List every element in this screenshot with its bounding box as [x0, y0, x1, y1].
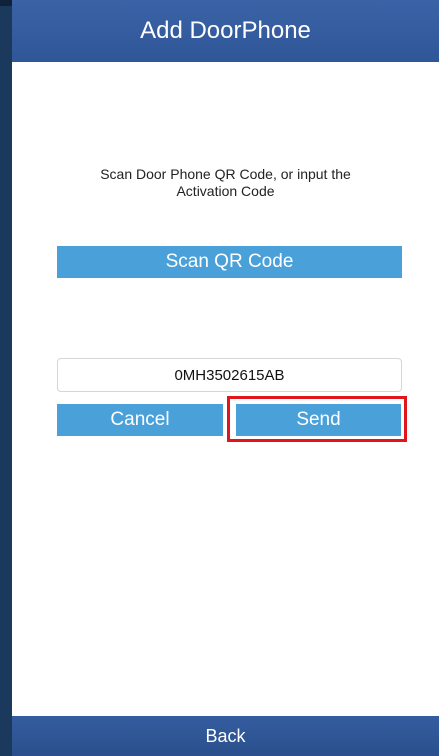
scan-qr-code-button[interactable]: Scan QR Code [57, 246, 402, 278]
header-bar: Add DoorPhone [12, 0, 439, 62]
activation-code-input[interactable] [57, 358, 402, 392]
left-edge-strip [0, 0, 12, 756]
instructions-line-2: Activation Code [176, 183, 275, 199]
back-button[interactable]: Back [12, 716, 439, 756]
instructions-line-1: Scan Door Phone QR Code, or input the [100, 166, 351, 182]
page-title: Add DoorPhone [140, 17, 311, 44]
content-area: Scan Door Phone QR Code, or input the Ac… [12, 62, 439, 716]
instructions-text: Scan Door Phone QR Code, or input the Ac… [12, 166, 439, 200]
back-label: Back [205, 725, 246, 746]
cancel-label: Cancel [110, 409, 170, 430]
send-button[interactable]: Send [236, 404, 401, 436]
add-doorphone-screen: Add DoorPhone Scan Door Phone QR Code, o… [0, 0, 439, 756]
send-label: Send [296, 409, 341, 430]
cancel-button[interactable]: Cancel [57, 404, 223, 436]
scan-qr-code-label: Scan QR Code [165, 251, 294, 272]
